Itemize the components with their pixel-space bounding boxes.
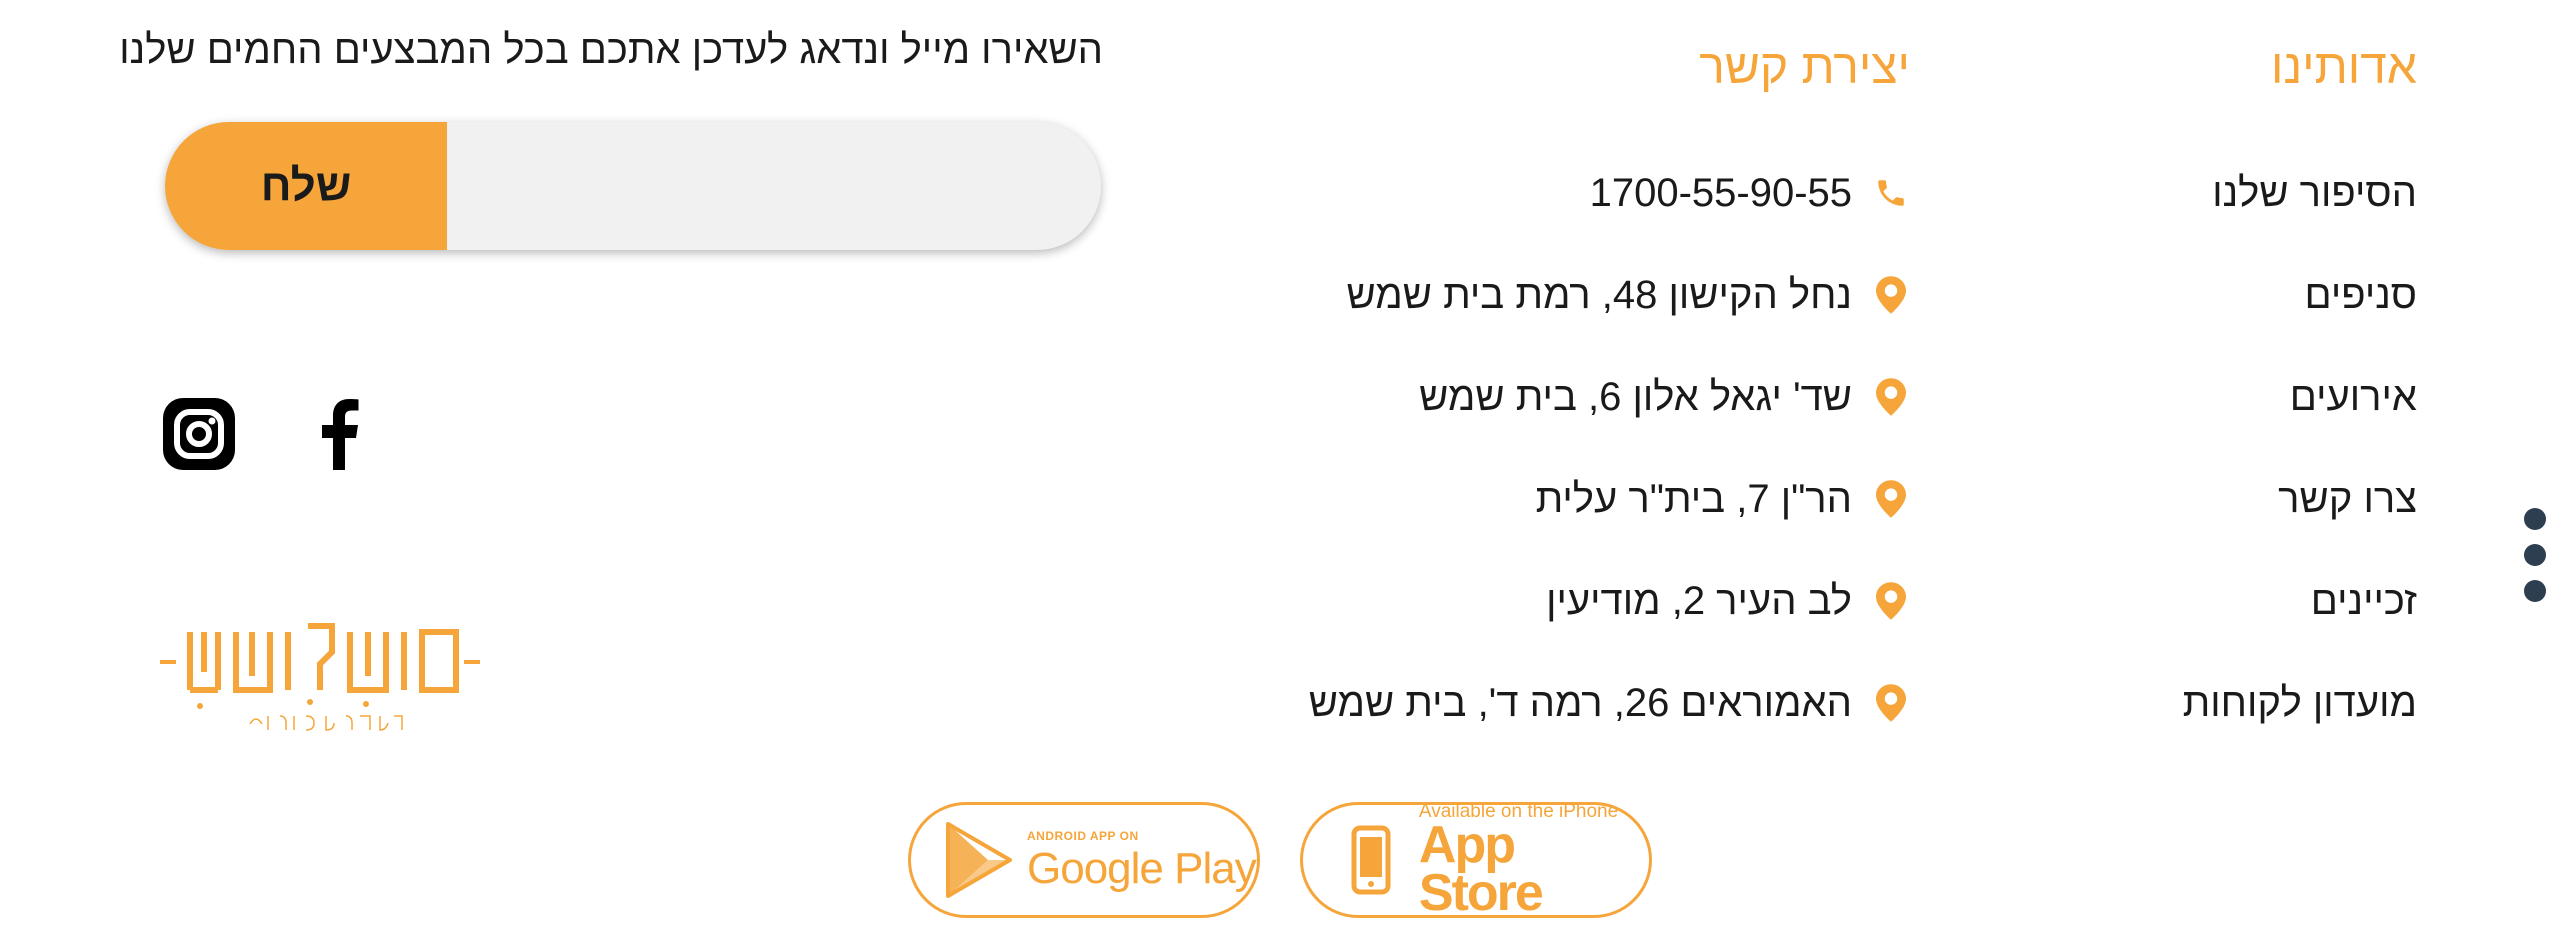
about-link-contact-us[interactable]: צרו קשר: [2017, 448, 2417, 550]
contact-phone-text: 1700-55-90-55: [1589, 170, 1852, 215]
about-links: הסיפור שלנו סניפים אירועים צרו קשר זכיינ…: [2017, 142, 2417, 754]
contact-list: 1700-55-90-55 נחל הקישון 48, רמת בית שמש…: [1300, 142, 1910, 754]
location-pin-icon: [1872, 480, 1910, 518]
iphone-icon: [1331, 820, 1411, 900]
social-links: [163, 398, 377, 470]
location-pin-icon: [1872, 684, 1910, 722]
contact-item-phone[interactable]: 1700-55-90-55: [1300, 142, 1910, 244]
newsletter-form: שלח: [165, 122, 1101, 250]
more-options-dots[interactable]: [2524, 508, 2546, 602]
about-heading: אדותינו: [2271, 41, 2417, 94]
instagram-icon[interactable]: [163, 398, 235, 470]
about-link-branches[interactable]: סניפים: [2017, 244, 2418, 346]
location-pin-icon: [1872, 276, 1910, 314]
dot: [2524, 580, 2546, 602]
newsletter-title: השאירו מייל ונדאג לעדכן אתכם בכל המבצעים…: [119, 28, 1103, 72]
contact-heading: יצירת קשר: [1699, 41, 1910, 94]
brand-logo: [160, 612, 480, 742]
google-play-small-text: ANDROID APP ON: [1027, 829, 1139, 843]
contact-item-address[interactable]: הר"ן 7, בית"ר עלית: [1300, 448, 1910, 550]
app-store-text: Available on the iPhone App Store: [1418, 802, 1649, 922]
about-link-franchisees[interactable]: זכיינים: [2017, 550, 2417, 652]
location-pin-icon: [1872, 582, 1910, 620]
dot: [2524, 508, 2546, 530]
contact-item-address[interactable]: נחל הקישון 48, רמת בית שמש: [1300, 244, 1910, 346]
phone-icon: [1872, 174, 1910, 212]
location-pin-icon: [1872, 378, 1910, 416]
contact-item-address[interactable]: שד' יגאל אלון 6, בית שמש: [1300, 346, 1910, 448]
about-column: אדותינו הסיפור שלנו סניפים אירועים צרו ק…: [2017, 30, 2417, 754]
app-store-badge[interactable]: Available on the iPhone App Store: [1300, 802, 1652, 922]
contact-address-text: האמוראים 26, רמה ד', בית שמש: [1308, 680, 1852, 725]
about-link-our-story[interactable]: הסיפור שלנו: [2017, 142, 2417, 244]
facebook-icon[interactable]: [305, 398, 377, 470]
app-store-big-text: App Store: [1418, 816, 1544, 922]
dot: [2524, 544, 2546, 566]
contact-address-text: נחל הקישון 48, רמת בית שמש: [1346, 272, 1852, 317]
send-button[interactable]: שלח: [165, 122, 447, 250]
contact-item-address[interactable]: לב העיר 2, מודיעין: [1300, 550, 1910, 652]
contact-item-address[interactable]: האמוראים 26, רמה ד', בית שמש: [1300, 652, 1910, 754]
contact-column: יצירת קשר 1700-55-90-55 נחל הקישון 48, ר…: [1300, 30, 1910, 754]
newsletter-email-input[interactable]: [447, 122, 1101, 250]
contact-address-text: הר"ן 7, בית"ר עלית: [1535, 476, 1852, 521]
google-play-text: ANDROID APP ON Google Play: [1027, 827, 1257, 893]
about-link-events[interactable]: אירועים: [2017, 346, 2417, 448]
about-link-customer-club[interactable]: מועדון לקוחות: [2017, 652, 2417, 754]
google-play-badge[interactable]: ANDROID APP ON Google Play: [908, 802, 1260, 918]
google-play-big-text: Google Play: [1027, 844, 1257, 893]
google-play-icon: [939, 820, 1019, 900]
contact-address-text: שד' יגאל אלון 6, בית שמש: [1419, 374, 1852, 419]
contact-address-text: לב העיר 2, מודיעין: [1546, 578, 1852, 623]
